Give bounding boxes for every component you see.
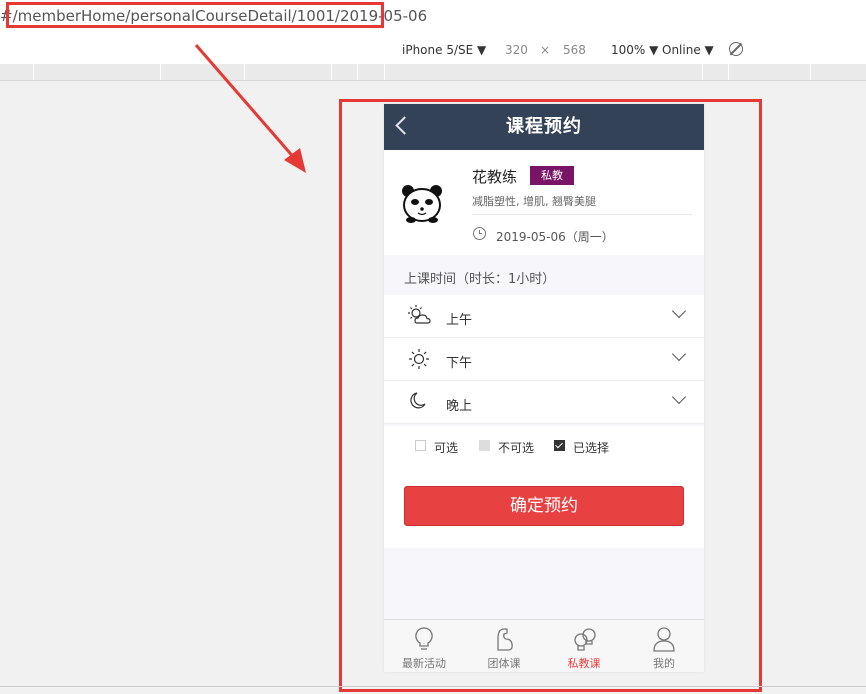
divider: [0, 686, 866, 687]
annotation-highlight-box: [339, 99, 762, 692]
